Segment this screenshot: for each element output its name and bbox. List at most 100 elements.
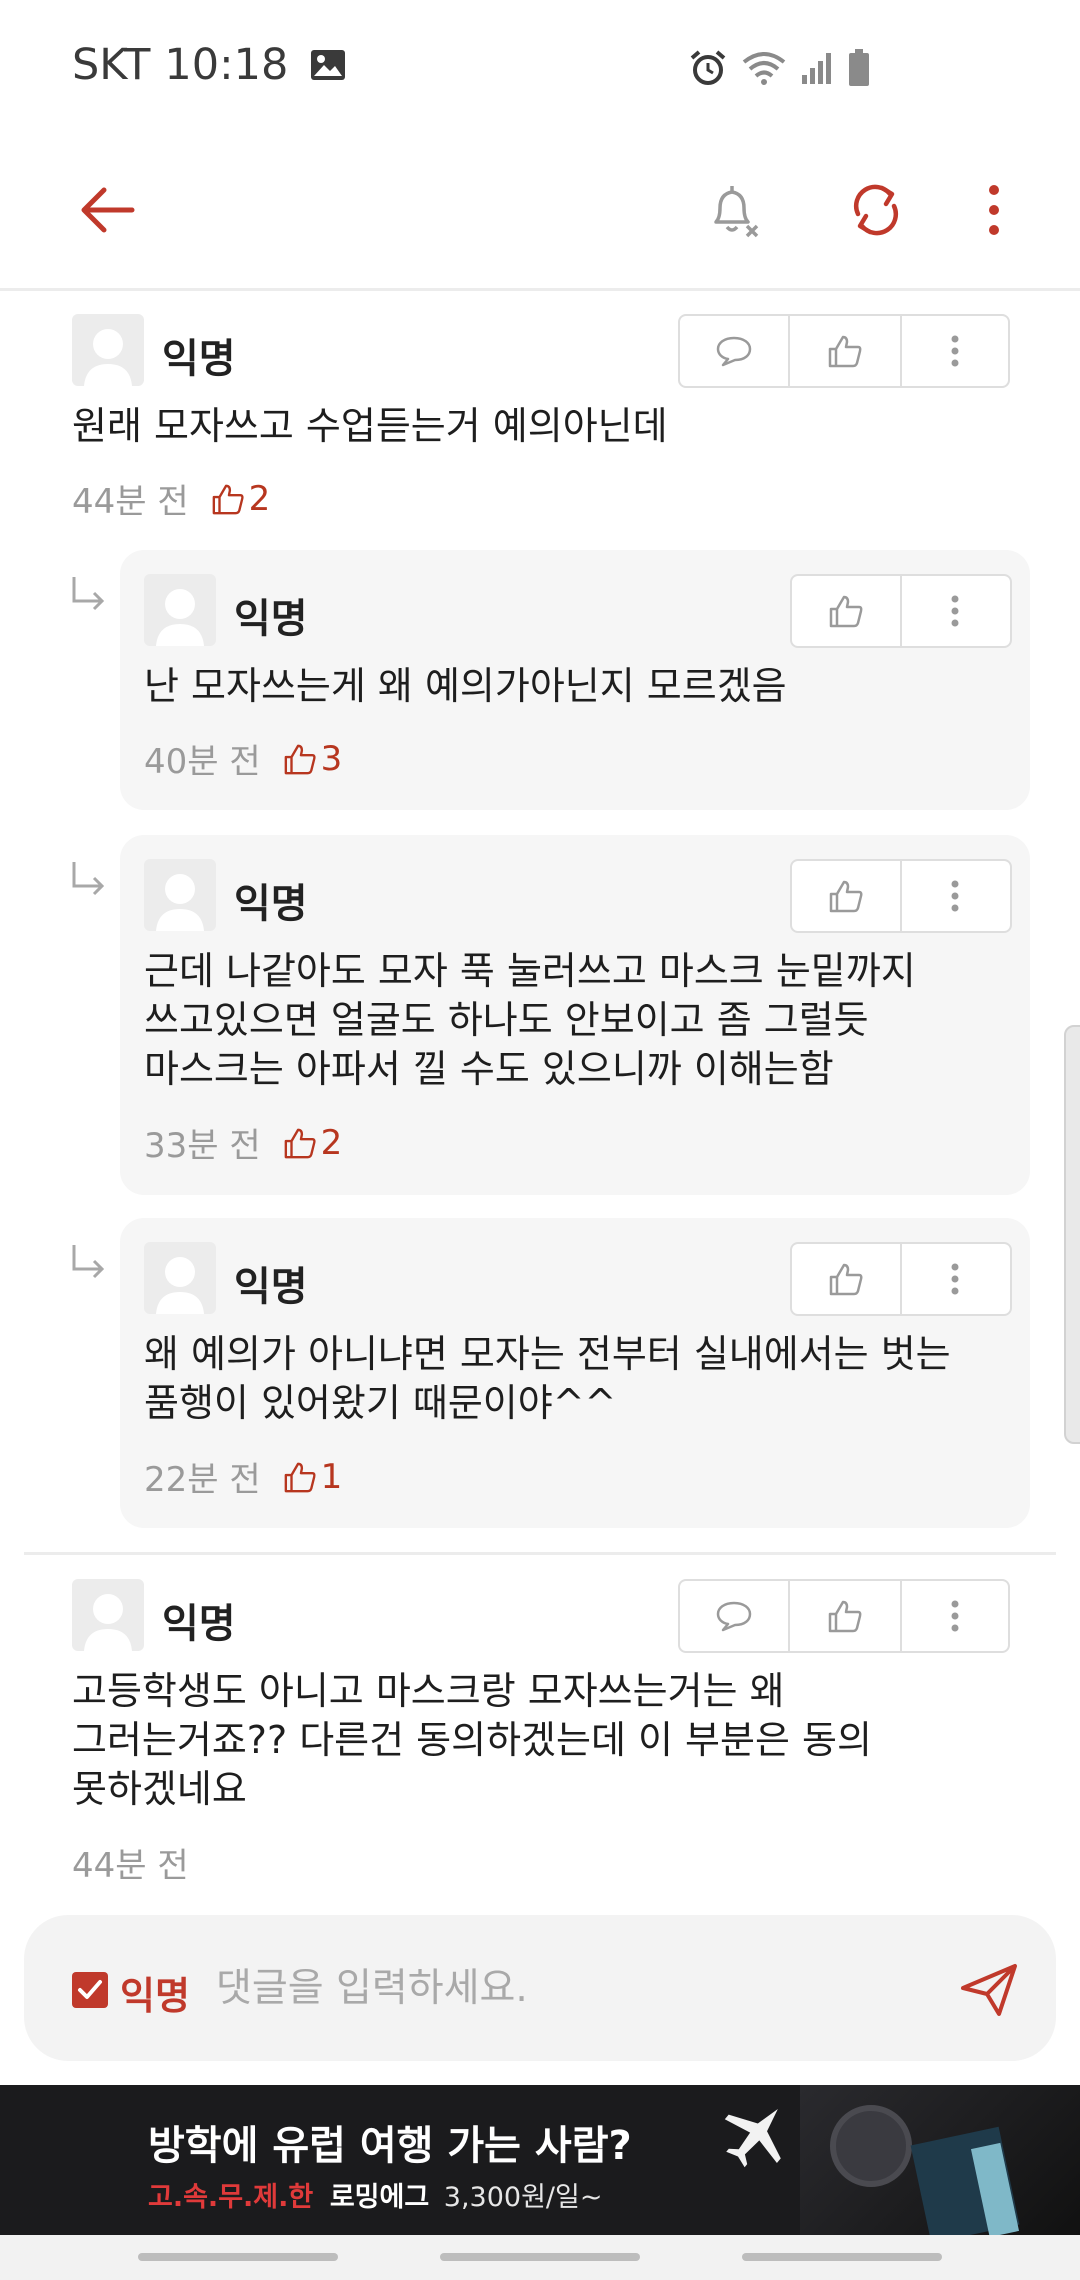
comment-time: 44분 전	[72, 482, 189, 522]
reply-time: 33분 전	[144, 1126, 261, 1166]
thumbs-up-icon	[284, 1462, 316, 1492]
reply-button[interactable]	[680, 1581, 788, 1651]
reply-text: 난 모자쓰는게 왜 예의가아닌지 모르겠음	[144, 664, 787, 708]
nav-back[interactable]	[742, 2253, 942, 2261]
notifications-off-button[interactable]	[692, 170, 772, 250]
comment-item: 익명 원래 모자쓰고 수업듣는거 예의아닌데 44분 전 2	[0, 290, 1080, 535]
battery-icon	[848, 49, 870, 87]
comment-text: 고등학생도 아니고 마스크랑 모자쓰는거는 왜 그러는거죠?? 다른건 동의하겠…	[72, 1669, 872, 1811]
like-count-value: 3	[320, 738, 343, 779]
more-options-button[interactable]	[954, 170, 1034, 250]
banner-title: 방학에 유럽 여행 가는 사람?	[148, 2123, 632, 2169]
status-left: SKT 10:18	[72, 40, 346, 90]
more-vertical-icon	[951, 595, 959, 627]
scroll-handle[interactable]	[1064, 1025, 1080, 1444]
default-avatar-icon	[156, 589, 204, 646]
thumbs-up-icon	[284, 744, 316, 774]
arrow-left-icon	[81, 187, 135, 233]
like-button[interactable]	[792, 1244, 900, 1314]
more-vertical-icon	[989, 185, 999, 235]
system-nav-bar	[0, 2235, 1080, 2280]
carrier-label: SKT	[72, 40, 151, 90]
comment-more-button[interactable]	[900, 316, 1008, 386]
avatar	[144, 574, 216, 646]
status-icons	[688, 48, 870, 88]
like-count-value: 2	[320, 1122, 343, 1163]
comment-author: 익명	[162, 336, 236, 382]
ad-banner[interactable]: 방학에 유럽 여행 가는 사람? 고.속.무.제.한 로밍에그 3,300원/일…	[0, 2085, 1080, 2235]
gallery-notification-icon	[310, 49, 346, 81]
avatar	[144, 859, 216, 931]
comment-author: 익명	[162, 1601, 236, 1647]
refresh-icon	[853, 184, 899, 236]
refresh-button[interactable]	[836, 170, 916, 250]
reply-button[interactable]	[680, 316, 788, 386]
like-count: 1	[283, 1456, 343, 1497]
reply-arrow-icon	[70, 575, 106, 611]
reply-arrow-icon	[70, 860, 106, 896]
thumbs-up-icon	[829, 880, 863, 913]
comment-meta: 44분 전 2	[72, 474, 270, 523]
reply-author: 익명	[234, 1264, 308, 1310]
thumbs-up-icon	[829, 1263, 863, 1296]
status-bar: SKT 10:18	[0, 0, 1080, 140]
anonymous-checkbox[interactable]	[72, 1972, 108, 2008]
thumbs-up-icon	[828, 1600, 862, 1633]
default-avatar-icon	[156, 1257, 204, 1314]
more-vertical-icon	[951, 1600, 959, 1632]
like-button[interactable]	[788, 1581, 900, 1651]
like-button[interactable]	[792, 576, 900, 646]
reply-more-button[interactable]	[900, 861, 1008, 931]
more-vertical-icon	[951, 1263, 959, 1295]
avatar	[72, 1579, 144, 1651]
reply-meta: 40분 전 3	[144, 734, 342, 783]
reply-author: 익명	[234, 596, 308, 642]
speech-bubble-icon	[716, 1601, 752, 1632]
signal-icon	[800, 51, 834, 85]
banner-brand: 로밍에그	[329, 2182, 430, 2213]
default-avatar-icon	[156, 874, 204, 931]
like-count-value: 1	[320, 1456, 343, 1497]
thumbs-up-icon	[212, 484, 244, 514]
app-bar	[0, 140, 1080, 291]
nav-recents[interactable]	[138, 2253, 338, 2261]
like-count: 3	[283, 738, 343, 779]
comment-more-button[interactable]	[900, 1581, 1008, 1651]
send-button[interactable]	[954, 1955, 1024, 2025]
camera-lens-graphic	[830, 2105, 912, 2187]
comment-input[interactable]	[214, 1957, 918, 2019]
more-vertical-icon	[951, 335, 959, 367]
wifi-icon	[742, 50, 786, 86]
like-count: 2	[211, 478, 271, 519]
banner-sub-highlight: 고.속.무.제.한	[148, 2182, 314, 2213]
anonymous-label[interactable]: 익명	[120, 1965, 190, 2020]
like-button[interactable]	[788, 316, 900, 386]
comment-item: 익명 고등학생도 아니고 마스크랑 모자쓰는거는 왜 그러는거죠?? 다른건 동…	[0, 1555, 1080, 1895]
avatar	[72, 314, 144, 386]
checkmark-icon	[78, 1980, 102, 1999]
nav-home[interactable]	[440, 2253, 640, 2261]
thumbs-up-icon	[284, 1128, 316, 1158]
comment-actions	[678, 314, 1010, 388]
comment-text: 원래 모자쓰고 수업듣는거 예의아닌데	[72, 404, 668, 448]
reply-text: 왜 예의가 아니냐면 모자는 전부터 실내에서는 벗는 품행이 있어왔기 때문이…	[144, 1332, 951, 1425]
comment-input-bar: 익명	[24, 1915, 1056, 2061]
like-count-value: 2	[248, 478, 271, 519]
reply-more-button[interactable]	[900, 576, 1008, 646]
back-button[interactable]	[68, 170, 148, 250]
clock: 10:18	[164, 40, 289, 90]
reply-actions	[790, 859, 1012, 933]
speech-bubble-icon	[716, 336, 752, 367]
reply-more-button[interactable]	[900, 1244, 1008, 1314]
bell-off-icon	[714, 186, 759, 238]
reply-meta: 33분 전 2	[144, 1118, 342, 1167]
reply-item: 익명 난 모자쓰는게 왜 예의가아닌지 모르겠음 40분 전 3	[120, 550, 1030, 810]
reply-item: 익명 왜 예의가 아니냐면 모자는 전부터 실내에서는 벗는 품행이 있어왔기 …	[120, 1218, 1030, 1528]
more-vertical-icon	[951, 880, 959, 912]
like-button[interactable]	[792, 861, 900, 931]
reply-time: 40분 전	[144, 742, 261, 782]
like-count: 2	[283, 1122, 343, 1163]
thumbs-up-icon	[829, 595, 863, 628]
reply-actions	[790, 574, 1012, 648]
banner-image	[800, 2085, 1080, 2235]
